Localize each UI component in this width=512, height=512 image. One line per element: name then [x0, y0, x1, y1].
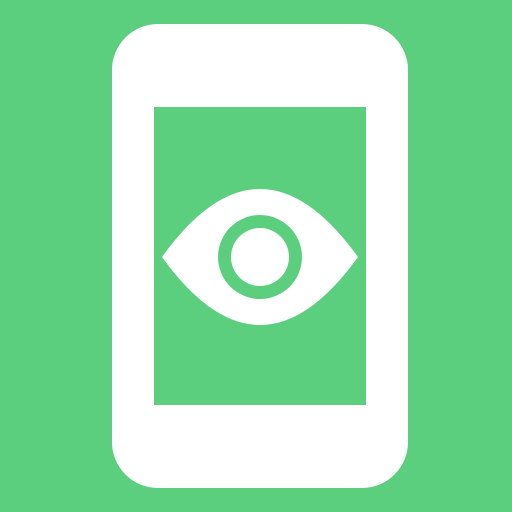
eye-iris: [231, 228, 289, 286]
eye-icon: [162, 189, 358, 325]
phone-screen: [154, 107, 366, 405]
smartphone-icon: [112, 24, 408, 488]
phone-eye-app-icon: [0, 0, 512, 512]
